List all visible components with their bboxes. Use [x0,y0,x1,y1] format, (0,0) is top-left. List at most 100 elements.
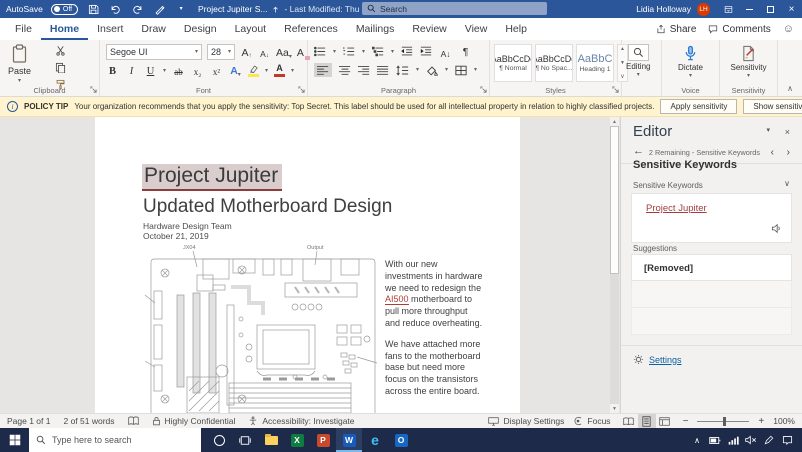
display-settings-button[interactable]: Display Settings [488,416,564,426]
body-text-column[interactable]: With our new investments in hardware we … [385,259,484,398]
multilevel-list-button[interactable] [372,46,384,57]
change-case-button[interactable]: Aa▾ [276,45,292,60]
network-icon[interactable] [724,428,742,452]
tab-layout[interactable]: Layout [226,18,276,40]
scroll-up-icon[interactable]: ▲ [610,117,619,126]
bold-button[interactable]: B [106,63,119,78]
keyword-link[interactable]: Project Jupiter [646,203,707,214]
cortana-icon[interactable] [206,428,232,452]
zoom-slider-thumb[interactable] [723,417,726,426]
feedback-smiley-icon[interactable]: ☺ [783,23,794,35]
numbering-button[interactable] [343,46,355,57]
paste-button[interactable]: Paste ▾ [8,44,31,84]
zoom-level[interactable]: 100% [773,416,795,426]
start-button[interactable] [0,428,29,452]
share-button[interactable]: Share [656,24,697,35]
collapse-section-icon[interactable]: ∨ [784,179,790,188]
align-right-button[interactable] [358,65,370,75]
grow-font-button[interactable]: A↑ [240,45,253,60]
font-size-combo[interactable]: 28▾ [207,44,235,60]
strikethrough-button[interactable]: ab [172,63,185,78]
prev-keyword-icon[interactable]: ‹ [771,147,774,158]
align-center-button[interactable] [339,65,351,75]
suggestion-row-empty[interactable] [631,281,792,308]
task-view-icon[interactable] [232,428,258,452]
file-explorer-icon[interactable] [258,428,284,452]
underline-dropdown-icon[interactable]: ▾ [163,68,166,74]
editor-settings-link[interactable]: Settings [633,354,682,365]
maximize-icon[interactable] [760,0,781,18]
tab-references[interactable]: References [275,18,347,40]
copy-button[interactable] [52,60,68,75]
dictate-button[interactable]: Dictate ▾ [662,45,719,79]
page-indicator[interactable]: Page 1 of 1 [7,416,50,426]
pane-close-icon[interactable]: × [785,127,790,137]
comments-button[interactable]: Comments [708,24,770,35]
justify-button[interactable] [377,65,389,75]
suggestion-card[interactable]: [Removed] [631,254,792,281]
clipboard-dialog-launcher-icon[interactable] [90,86,97,93]
style-no-spacing[interactable]: AaBbCcDd¶ No Spac... [535,44,573,82]
superscript-button[interactable]: x² [210,63,223,78]
line-spacing-dropdown-icon[interactable]: ▾ [416,67,419,73]
style-normal[interactable]: AaBbCcDd¶ Normal [494,44,532,82]
zoom-slider[interactable] [697,421,749,422]
cut-button[interactable] [52,43,68,58]
show-sensitive-content-button[interactable]: Show sensitive content [743,99,802,114]
document-title[interactable]: Project Jupiter S... [198,4,267,14]
borders-button[interactable] [455,65,467,76]
align-left-button[interactable] [314,63,332,77]
save-icon[interactable] [86,0,100,18]
excel-icon[interactable]: X [284,428,310,452]
motherboard-diagram[interactable]: JX04 Output [145,243,383,413]
pen-icon[interactable] [760,428,778,452]
bullets-dropdown-icon[interactable]: ▾ [333,49,336,55]
tray-expand-icon[interactable]: ∧ [688,428,706,452]
next-keyword-icon[interactable]: › [787,147,790,158]
taskbar-search[interactable] [29,428,201,452]
italic-button[interactable]: I [125,63,138,78]
tab-draw[interactable]: Draw [132,18,175,40]
sensitivity-status[interactable]: Highly Confidential [152,416,236,426]
borders-dropdown-icon[interactable]: ▾ [474,67,477,73]
shading-button[interactable] [426,65,438,76]
font-dialog-launcher-icon[interactable] [298,86,305,93]
zoom-in-icon[interactable]: + [758,416,764,427]
collapse-ribbon-icon[interactable]: ∧ [787,84,793,93]
text-effects-button[interactable]: A▾ [229,63,242,78]
sensitivity-button[interactable]: Sensitivity ▾ [720,45,777,79]
style-heading1[interactable]: AaBbCHeading 1 [576,44,614,82]
tab-mailings[interactable]: Mailings [347,18,404,40]
search-input[interactable] [380,4,530,14]
font-name-combo[interactable]: Segoe UI▾ [106,44,202,60]
avatar[interactable]: LH [697,3,710,16]
styles-dialog-launcher-icon[interactable] [612,86,619,93]
editing-button[interactable]: Editing ▾ [626,44,650,78]
read-aloud-icon[interactable] [771,223,782,234]
scrollbar-thumb[interactable] [610,126,619,274]
taskbar-search-input[interactable] [52,435,182,445]
zoom-out-icon[interactable]: − [683,416,689,427]
font-color-dropdown-icon[interactable]: ▾ [291,68,294,74]
increase-indent-button[interactable] [420,46,432,57]
highlight-color-button[interactable] [248,64,259,77]
qat-customize-icon[interactable]: ▾ [174,0,188,18]
back-icon[interactable]: ← [633,145,644,157]
ink-mode-icon[interactable] [152,0,166,18]
ribbon-display-options-icon[interactable] [718,0,739,18]
word-count[interactable]: 2 of 51 words [63,416,114,426]
action-center-icon[interactable] [778,428,796,452]
multilevel-dropdown-icon[interactable]: ▾ [391,49,394,55]
keyword-card[interactable]: Project Jupiter [631,193,792,243]
tab-insert[interactable]: Insert [88,18,132,40]
decrease-indent-button[interactable] [401,46,413,57]
document-page[interactable]: Project Jupiter Updated Motherboard Desi… [95,117,520,413]
font-color-button[interactable]: A [274,64,285,77]
read-mode-button[interactable] [620,414,638,429]
pane-options-icon[interactable]: ▾ [766,127,770,134]
numbering-dropdown-icon[interactable]: ▾ [362,49,365,55]
show-paragraph-marks-button[interactable]: ¶ [459,44,472,59]
highlight-dropdown-icon[interactable]: ▾ [265,68,268,74]
apply-sensitivity-button[interactable]: Apply sensitivity [660,99,737,114]
keyword-ai500[interactable]: AI500 [385,294,409,305]
